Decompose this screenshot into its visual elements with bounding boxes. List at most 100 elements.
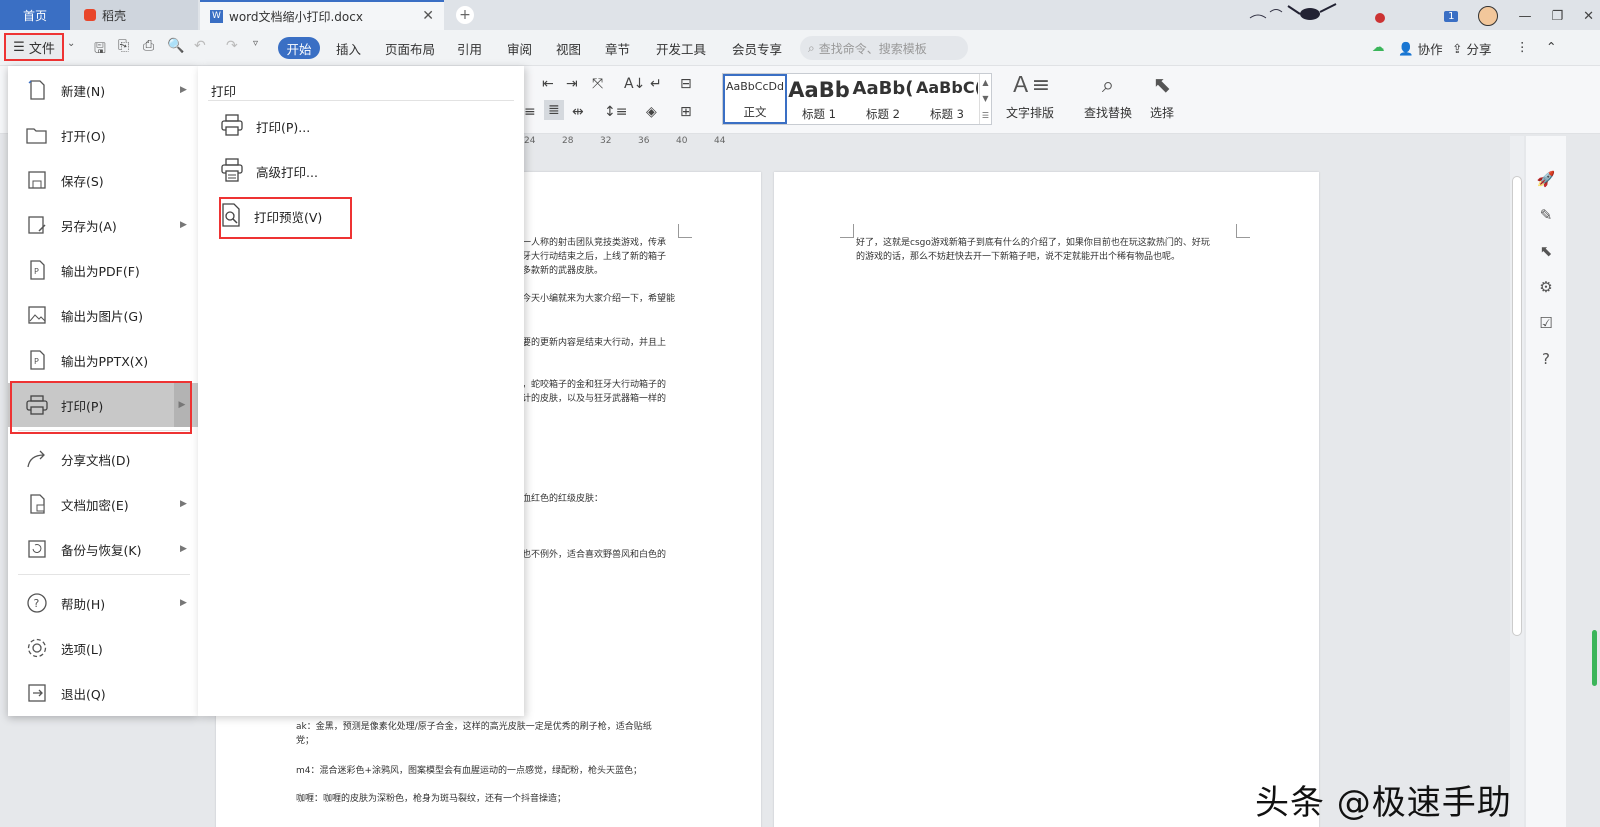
tab-stops-icon[interactable]: ⊟ <box>680 76 692 92</box>
sort-icon[interactable]: A↓ <box>624 76 645 92</box>
style-heading-2[interactable]: AaBb( 标题 2 <box>851 74 915 124</box>
doc-line: 血红色的红级皮肤： <box>522 494 604 504</box>
decrease-indent-icon[interactable]: ⇤ <box>542 76 554 92</box>
check-box-icon[interactable]: ☑ <box>1539 314 1552 332</box>
doc-line: 多款新的武器皮肤。 <box>522 266 604 276</box>
collapse-ribbon-icon[interactable]: ⌃ <box>1546 39 1556 54</box>
increase-indent-icon[interactable]: ⇥ <box>566 76 578 92</box>
minimize-icon[interactable]: — <box>1518 9 1531 24</box>
find-replace-button[interactable]: ⌕ 查找替换 <box>1084 74 1132 121</box>
chevron-up-icon[interactable]: ▲ <box>982 78 988 87</box>
doc-line: 要的更新内容是结束大行动，并且上 <box>522 338 667 348</box>
select-button[interactable]: ⬉ 选择 <box>1150 74 1174 121</box>
undo-icon[interactable]: ↶ <box>194 38 206 54</box>
file-menu-button[interactable]: ☰ 文件 <box>4 33 64 61</box>
print-preview-icon[interactable]: 🔍 <box>167 38 184 54</box>
notification-badge[interactable]: 1 <box>1444 10 1459 22</box>
shading-icon[interactable]: ◈ <box>646 104 657 120</box>
encrypt-icon <box>26 493 48 515</box>
chevron-down-icon[interactable]: ▼ <box>982 94 988 103</box>
chinese-layout-icon[interactable]: ⤧ <box>592 76 603 92</box>
tab-bar: 首页 稻壳 W word文档缩小打印.docx ✕ + 1 — ❐ ✕ <box>0 0 1600 30</box>
watermark: 头条 @极速手助 <box>1255 783 1512 823</box>
printer-icon <box>26 394 48 416</box>
printer-icon <box>220 113 244 139</box>
borders-icon[interactable]: ⊞ <box>680 104 692 120</box>
style-heading-3[interactable]: AaBbC( 标题 3 <box>915 74 979 124</box>
file-menu-export-pptx[interactable]: P 输出为PPTX(X) <box>8 338 198 382</box>
more-icon[interactable]: ⋮ <box>1516 39 1529 54</box>
gallery-scroll[interactable]: ▲ ▼ ☰ <box>979 74 991 124</box>
vertical-scrollbar[interactable] <box>1510 136 1524 827</box>
gallery-expand-icon[interactable]: ☰ <box>982 111 989 120</box>
file-menu-backup[interactable]: 备份与恢复(K) ▶ <box>8 527 198 571</box>
redo-icon[interactable]: ↷ <box>226 38 238 54</box>
file-menu-new[interactable]: 新建(N) ▶ <box>8 68 198 112</box>
menu-divider <box>18 381 190 382</box>
document-page-2[interactable]: 好了，这就是csgo游戏新箱子到底有什么的介绍了，如果你目前也在玩这款热门的、好… <box>774 172 1319 827</box>
style-heading-1[interactable]: AaBb 标题 1 <box>787 74 851 124</box>
pdf-icon: P <box>26 259 48 281</box>
restore-icon[interactable]: ❐ <box>1551 9 1563 24</box>
style-normal[interactable]: AaBbCcDd 正文 <box>723 74 787 124</box>
file-menu-save-as[interactable]: 另存为(A) ▶ <box>8 203 198 247</box>
doc-line: 咖喱：咖喱的皮肤为深粉色，枪身为斑马裂纹，还有一个抖音操造； <box>296 794 567 804</box>
chevron-down-icon[interactable]: ⌄ <box>67 38 75 49</box>
file-menu-exit[interactable]: 退出(Q) <box>8 671 198 715</box>
file-menu-save[interactable]: 保存(S) <box>8 158 198 202</box>
add-tab-button[interactable]: + <box>456 6 474 24</box>
menu-page-layout[interactable]: 页面布局 <box>385 39 435 58</box>
rocket-icon[interactable]: 🚀 <box>1537 170 1556 188</box>
tab-home[interactable]: 首页 <box>0 0 70 30</box>
print-icon[interactable]: ⎙ <box>143 38 154 54</box>
file-menu-options[interactable]: 选项(L) <box>8 626 198 670</box>
menu-developer[interactable]: 开发工具 <box>656 39 706 58</box>
help-circle-icon[interactable]: ? <box>1542 350 1550 368</box>
file-menu-help[interactable]: ? 帮助(H) ▶ <box>8 581 198 625</box>
file-menu-export-pdf[interactable]: P 输出为PDF(F) <box>8 248 198 292</box>
menu-view[interactable]: 视图 <box>556 39 581 58</box>
collaborate-button[interactable]: 👤 协作 <box>1398 39 1443 58</box>
advanced-print-button[interactable]: 高级打印... <box>220 156 420 186</box>
close-tab-icon[interactable]: ✕ <box>422 8 434 24</box>
file-menu-encrypt[interactable]: 文档加密(E) ▶ <box>8 482 198 526</box>
tab-daoke[interactable]: 稻壳 <box>70 0 198 30</box>
menu-section[interactable]: 章节 <box>605 39 630 58</box>
justify-icon[interactable]: ≣ <box>544 100 564 120</box>
align-left-icon[interactable]: ≡ <box>524 104 536 120</box>
avatar[interactable] <box>1478 6 1499 26</box>
chevron-right-icon: ▶ <box>180 85 187 95</box>
file-menu-export-image[interactable]: 输出为图片(G) <box>8 293 198 337</box>
sliders-icon[interactable]: ⚙ <box>1539 278 1552 296</box>
horizontal-ruler: 24 28 32 36 40 44 <box>524 136 726 146</box>
save-icon <box>26 169 48 191</box>
menu-insert[interactable]: 插入 <box>336 39 361 58</box>
pointer-icon[interactable]: ⬉ <box>1540 242 1553 260</box>
menu-start[interactable]: 开始 <box>278 37 320 59</box>
save-icon[interactable]: 🖫 <box>94 38 106 62</box>
distribute-icon[interactable]: ⇹ <box>572 104 584 120</box>
format-painter-icon[interactable]: ⎘ <box>118 38 129 54</box>
close-window-icon[interactable]: ✕ <box>1583 9 1594 24</box>
menu-member[interactable]: 会员专享 <box>732 39 782 58</box>
menu-review[interactable]: 审阅 <box>507 39 532 58</box>
text-layout-button[interactable]: Ａ≡ 文字排版 <box>1006 74 1054 121</box>
doc-line: 党； <box>296 736 315 746</box>
cloud-sync-icon[interactable]: ☁ <box>1372 39 1385 54</box>
file-menu-open[interactable]: 打开(O) <box>8 113 198 157</box>
scrollbar-thumb[interactable] <box>1512 176 1522 636</box>
tab-document[interactable]: W word文档缩小打印.docx ✕ <box>200 0 444 30</box>
print-button[interactable]: 打印(P)... <box>220 111 420 141</box>
cursor-icon: ⬉ <box>1152 73 1172 98</box>
search-icon: ⌕ <box>808 40 815 55</box>
file-menu-share[interactable]: 分享文档(D) <box>8 437 198 481</box>
print-preview-button[interactable]: 打印预览(V) <box>220 201 420 231</box>
command-search-input[interactable]: ⌕ 查找命令、搜索模板 <box>800 36 968 60</box>
line-spacing-icon[interactable]: ↕≡ <box>604 104 627 120</box>
file-menu-print[interactable]: 打印(P) ▶ <box>8 383 198 427</box>
menu-references[interactable]: 引用 <box>457 39 482 58</box>
show-marks-icon[interactable]: ↵ <box>650 76 662 92</box>
customize-chevron-icon[interactable]: ▿ <box>253 38 258 49</box>
pen-icon[interactable]: ✎ <box>1540 206 1553 224</box>
share-button[interactable]: ⇪ 分享 <box>1452 39 1492 58</box>
